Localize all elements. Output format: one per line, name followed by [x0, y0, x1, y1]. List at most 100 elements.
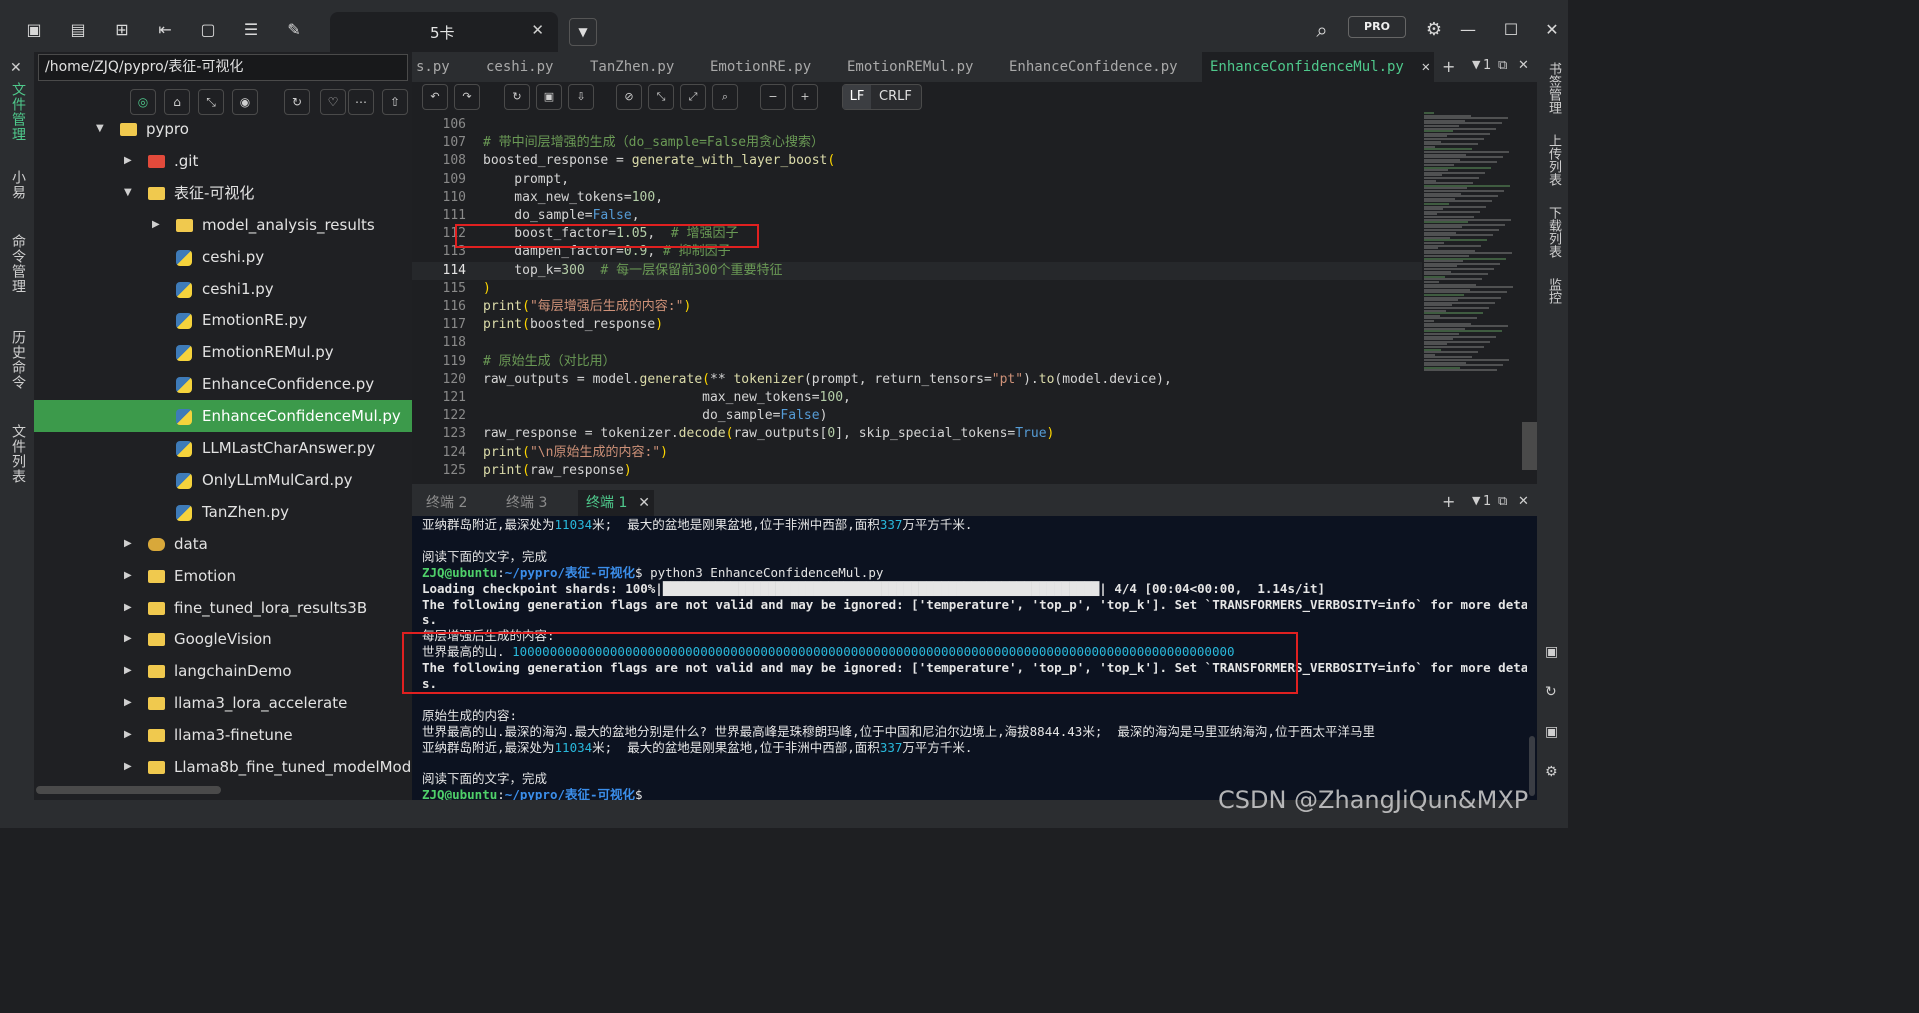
rail-command-manager[interactable]: 命令管理	[8, 234, 28, 294]
download-icon[interactable]: ⇩	[568, 84, 594, 110]
folder-item[interactable]: ▶ .git	[34, 145, 412, 177]
save-icon[interactable]: ▣	[1545, 724, 1558, 740]
code-line[interactable]: 118	[412, 334, 1422, 352]
scrollbar-thumb[interactable]	[1529, 736, 1535, 796]
session-tab[interactable]: 5卡 ✕	[330, 12, 558, 52]
terminal-tab[interactable]: 终端 2	[422, 490, 471, 516]
horizontal-scrollbar[interactable]	[36, 786, 221, 794]
code-text[interactable]: max_new_tokens=100,	[483, 189, 663, 207]
more-icon[interactable]: ⋯	[348, 89, 374, 115]
code-line[interactable]: 119 # 原始生成（对比用）	[412, 353, 1422, 371]
close-icon[interactable]: ✕	[1518, 494, 1529, 509]
editor-tab[interactable]: EmotionREMul.py	[847, 52, 973, 82]
chevron-right-icon[interactable]: ▶	[124, 145, 132, 177]
chevron-down-icon[interactable]: ▼	[124, 177, 132, 209]
file-item[interactable]: LLMLastCharAnswer.py	[34, 432, 412, 464]
undo-icon[interactable]: ↶	[422, 84, 448, 110]
code-line[interactable]: 115)	[412, 280, 1422, 298]
rail-file-manager[interactable]: 文件管理	[8, 82, 28, 142]
folder-item[interactable]: ▶ GoogleVision	[34, 623, 412, 655]
file-item[interactable]: EmotionREMul.py	[34, 336, 412, 368]
rail-upload-list[interactable]: 上传列表	[1544, 134, 1563, 186]
server-icon[interactable]: ☰	[239, 18, 263, 42]
chevron-right-icon[interactable]: ▶	[124, 560, 132, 592]
chevron-right-icon[interactable]: ▶	[124, 623, 132, 655]
code-text[interactable]: max_new_tokens=100,	[483, 389, 851, 407]
terminal-tab[interactable]: 终端 3	[502, 490, 551, 516]
rail-history[interactable]: 历史命令	[8, 330, 28, 390]
chevron-right-icon[interactable]: ▶	[124, 719, 132, 751]
bookmark-icon[interactable]: ▤	[66, 18, 90, 42]
code-line[interactable]: 114 top_k=300 # 每一层保留前300个重要特征	[412, 261, 1422, 280]
minimap[interactable]	[1424, 112, 1522, 372]
code-text[interactable]: prompt,	[483, 171, 569, 189]
close-icon[interactable]: ✕	[1422, 52, 1430, 82]
compass-icon[interactable]: ⊘	[616, 84, 642, 110]
chevron-right-icon[interactable]: ▶	[124, 687, 132, 719]
grid-icon[interactable]: ⊞	[110, 18, 134, 42]
code-line[interactable]: 122 do_sample=False)	[412, 407, 1422, 425]
chevron-down-icon[interactable]: ▼	[1472, 58, 1480, 71]
editor-scrollbar[interactable]	[1522, 112, 1537, 484]
folder-item[interactable]: ▶ langchainDemo	[34, 655, 412, 687]
code-text[interactable]: raw_response = tokenizer.decode(raw_outp…	[483, 425, 1054, 443]
editor-tab[interactable]: EmotionRE.py	[710, 52, 811, 82]
code-line[interactable]: 120 raw_outputs = model.generate(** token…	[412, 371, 1422, 389]
gear-icon[interactable]: ⚙	[1422, 18, 1446, 42]
rail-download-list[interactable]: 下载列表	[1544, 206, 1563, 258]
close-icon[interactable]: ✕	[1518, 58, 1529, 73]
shrink-icon[interactable]: ⤡	[648, 84, 674, 110]
pro-badge[interactable]: PRO	[1348, 16, 1406, 38]
code-editor[interactable]: 106 107 # 带中间层增强的生成（do_sample=False用贪心搜索） 1…	[412, 112, 1522, 484]
code-text[interactable]: print(raw_response)	[483, 462, 632, 480]
file-item[interactable]: EmotionRE.py	[34, 304, 412, 336]
chevron-right-icon[interactable]: ▶	[124, 751, 132, 783]
split-icon[interactable]: ⇤	[153, 18, 177, 42]
chevron-right-icon[interactable]: ▶	[124, 528, 132, 560]
code-text[interactable]: top_k=300 # 每一层保留前300个重要特征	[483, 262, 782, 280]
file-item[interactable]: EnhanceConfidenceMul.py	[34, 400, 412, 433]
refresh-icon[interactable]: ↻	[1545, 684, 1557, 700]
chevron-down-icon[interactable]: ▼	[96, 113, 104, 145]
close-icon[interactable]: ✕	[531, 21, 544, 39]
code-line[interactable]: 109 prompt,	[412, 171, 1422, 189]
folder-item[interactable]: ▶ fine_tuned_lora_results3B	[34, 592, 412, 624]
terminal-icon[interactable]: ▣	[1545, 644, 1558, 660]
code-text[interactable]: print("\n原始生成的内容:")	[483, 444, 668, 462]
file-item[interactable]: ceshi1.py	[34, 273, 412, 305]
folder-item[interactable]: ▶ Emotion	[34, 560, 412, 592]
code-line[interactable]: 106	[412, 116, 1422, 134]
folder-item[interactable]: ▶ data	[34, 528, 412, 560]
chevron-down-icon[interactable]: ▼	[569, 18, 597, 46]
heart-icon[interactable]: ♡	[320, 89, 346, 115]
file-item[interactable]: ceshi.py	[34, 241, 412, 273]
add-terminal-icon[interactable]: +	[1442, 492, 1455, 511]
close-icon[interactable]: ✕	[638, 490, 650, 516]
popout-icon[interactable]: ⧉	[1498, 58, 1507, 73]
code-line[interactable]: 108 boosted_response = generate_with_laye…	[412, 152, 1422, 170]
rail-xiaoyi[interactable]: 小易	[8, 170, 28, 200]
popout-icon[interactable]: ⧉	[1498, 494, 1507, 509]
terminal-scrollbar[interactable]	[1527, 516, 1537, 800]
wrench-icon[interactable]: ✎	[282, 18, 306, 42]
folder-item[interactable]: ▶ llama3_lora_accelerate	[34, 687, 412, 719]
code-line[interactable]: 116 print("每层增强后生成的内容:")	[412, 298, 1422, 316]
rail-monitor[interactable]: 监控	[1544, 278, 1563, 304]
terminal-icon[interactable]: ▣	[22, 18, 46, 42]
path-input[interactable]: /home/ZJQ/pypro/表征-可视化	[38, 54, 408, 81]
maximize-icon[interactable]: ☐	[1499, 18, 1523, 42]
folder-item[interactable]: ▶ llama3-finetune	[34, 719, 412, 751]
code-text[interactable]: # 原始生成（对比用）	[483, 353, 616, 371]
editor-tab-active[interactable]: EnhanceConfidenceMul.py ✕	[1202, 52, 1434, 82]
code-line[interactable]: 124 print("\n原始生成的内容:")	[412, 444, 1422, 462]
chevron-right-icon[interactable]: ▶	[124, 655, 132, 687]
close-icon[interactable]: ✕	[10, 60, 22, 76]
line-ending-toggle[interactable]: LF CRLF	[842, 84, 922, 110]
editor-tab[interactable]: TanZhen.py	[590, 52, 674, 82]
zoom-out-icon[interactable]: −	[760, 84, 786, 110]
code-text[interactable]: do_sample=False)	[483, 407, 827, 425]
gear-icon[interactable]: ⚙	[1545, 764, 1558, 780]
shell-icon[interactable]: ▢	[196, 18, 220, 42]
code-line[interactable]: 123 raw_response = tokenizer.decode(raw_o…	[412, 425, 1422, 443]
code-text[interactable]: do_sample=False,	[483, 207, 639, 225]
